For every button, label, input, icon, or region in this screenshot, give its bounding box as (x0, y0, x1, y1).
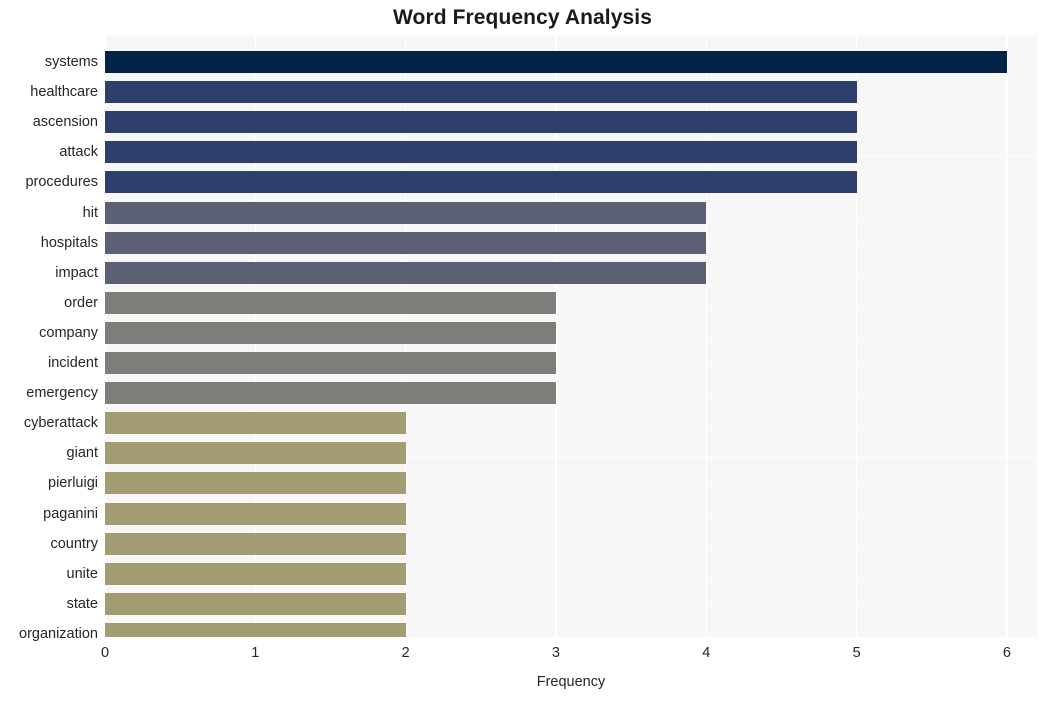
x-tick-label-6: 6 (1002, 645, 1011, 661)
bar-emergency (105, 382, 556, 405)
chart-title: Word Frequency Analysis (392, 6, 653, 29)
y-tick-label-cyberattack: cyberattack (23, 415, 98, 432)
bar-cyberattack (105, 412, 406, 435)
x-tick-label-2: 2 (401, 645, 410, 661)
gridline-x-6 (1006, 35, 1008, 637)
y-tick-label-pierluigi: pierluigi (48, 475, 98, 492)
y-tick-label-country: country (50, 535, 98, 552)
y-tick-label-ascension: ascension (32, 114, 98, 131)
bar-state (105, 592, 406, 615)
bar-country (105, 532, 406, 555)
y-tick-label-emergency: emergency (26, 385, 98, 402)
bar-impact (105, 261, 707, 284)
x-tick-label-3: 3 (551, 645, 560, 661)
bar-ascension (105, 111, 857, 134)
bar-hit (105, 201, 707, 224)
bar-order (105, 291, 556, 314)
x-axis-title: Frequency (536, 674, 606, 690)
bar-healthcare (105, 81, 857, 104)
y-tick-label-order: order (64, 294, 98, 311)
y-tick-label-impact: impact (55, 264, 98, 281)
y-tick-label-systems: systems (44, 54, 98, 70)
y-tick-label-giant: giant (66, 445, 98, 462)
y-axis-tick-labels: systems healthcare ascension attack procedur… (0, 35, 98, 642)
bar-paganini (105, 502, 406, 525)
bar-attack (105, 141, 857, 164)
bar-hospitals (105, 231, 707, 254)
bar-company (105, 321, 556, 344)
bar-incident (105, 352, 556, 374)
y-tick-label-organization: organization (19, 625, 98, 642)
y-tick-label-company: company (39, 324, 98, 341)
y-tick-label-state: state (66, 595, 98, 612)
bar-unite (105, 562, 406, 585)
y-tick-label-hospitals: hospitals (40, 234, 98, 251)
x-tick-label-0: 0 (100, 645, 110, 661)
x-tick-label-4: 4 (702, 645, 711, 661)
y-tick-label-attack: attack (59, 144, 98, 161)
y-tick-label-paganini: paganini (43, 505, 98, 522)
y-tick-label-healthcare: healthcare (30, 84, 98, 101)
word-frequency-chart-figure: Word Frequency Analysis systems healthcar… (0, 0, 1045, 701)
y-tick-label-incident: incident (48, 355, 98, 371)
bar-pierluigi (105, 472, 406, 495)
bar-systems (105, 51, 1007, 73)
bar-procedures (105, 171, 857, 194)
x-axis-tick-labels: 0 1 2 3 4 5 6 (101, 645, 1037, 667)
x-tick-label-1: 1 (251, 645, 260, 661)
y-tick-label-hit: hit (82, 204, 98, 221)
row-separator (105, 35, 1037, 37)
y-tick-label-unite: unite (66, 565, 98, 582)
y-tick-label-procedures: procedures (25, 174, 98, 191)
bar-giant (105, 442, 406, 465)
bar-organization (105, 622, 406, 637)
plot-area (105, 35, 1037, 637)
x-tick-label-5: 5 (852, 645, 861, 661)
